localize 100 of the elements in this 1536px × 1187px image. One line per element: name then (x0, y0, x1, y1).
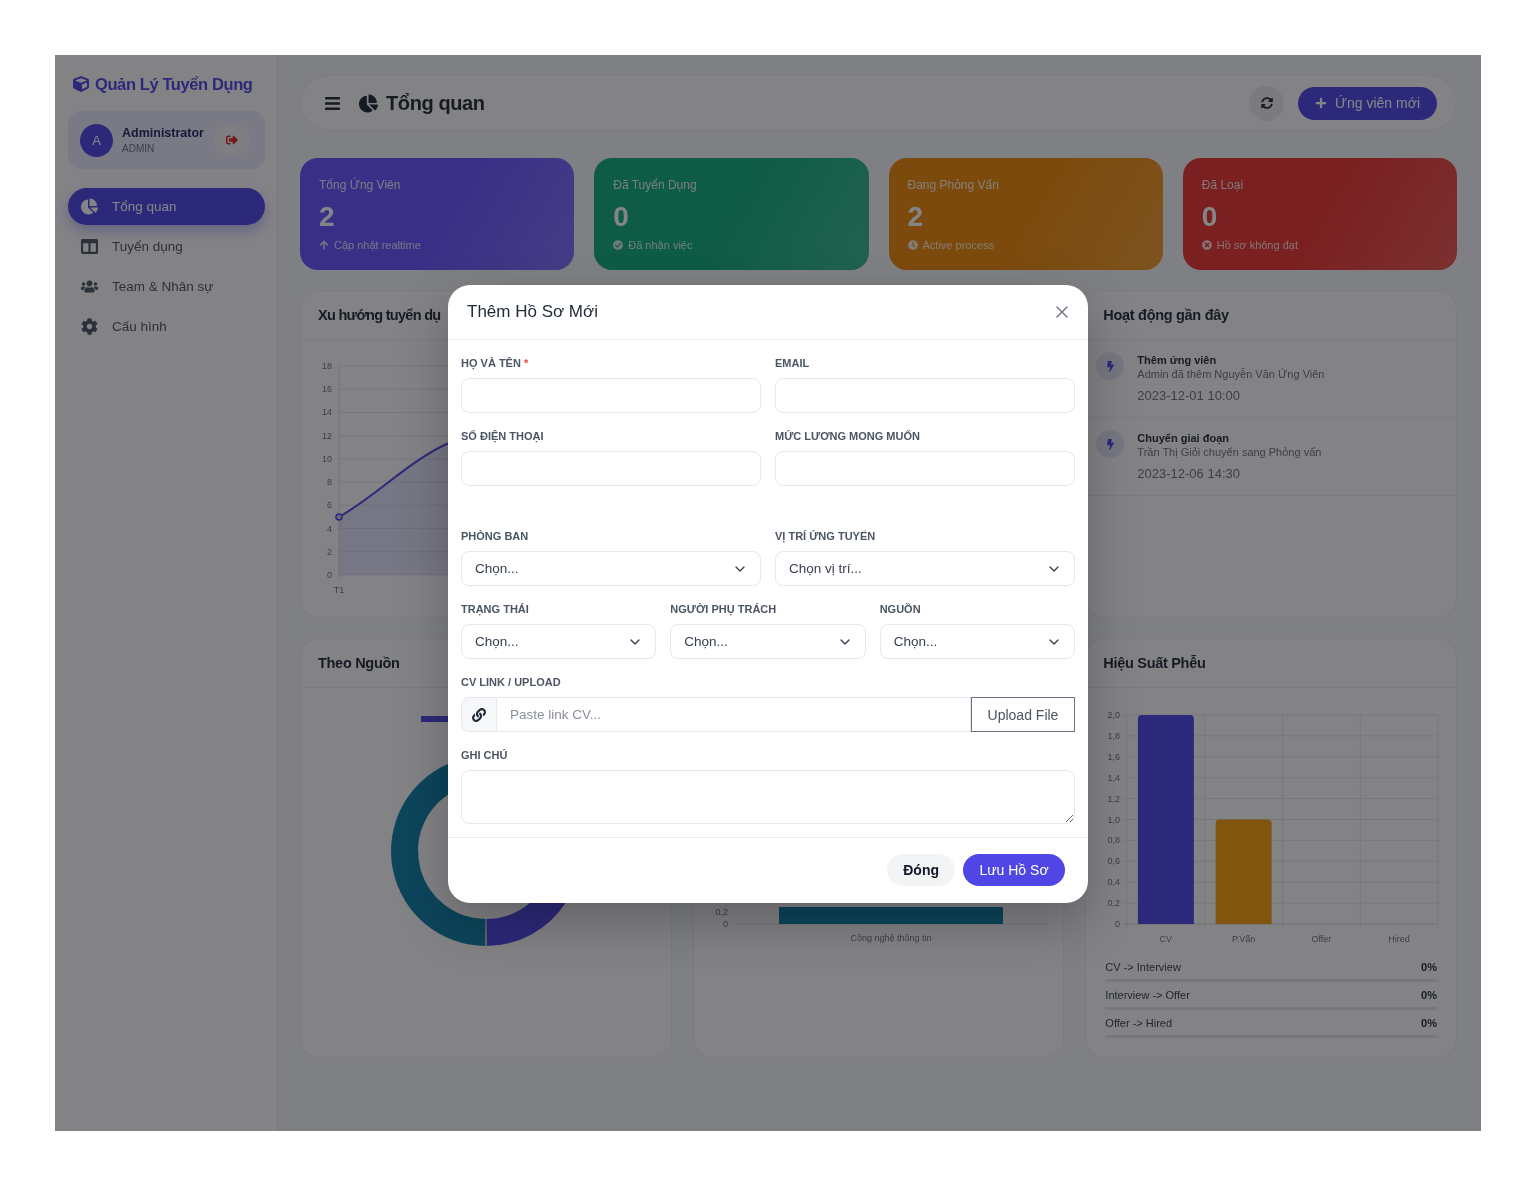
axis-label: 2,0 (1107, 710, 1121, 720)
card-title: Hoạt động gần đây (1103, 307, 1229, 323)
stat-value: 0 (613, 201, 629, 233)
axis-label: 12 (322, 430, 332, 441)
close-button[interactable]: Đóng (887, 854, 955, 886)
select-field[interactable]: Chọn vị trí... (775, 551, 1075, 586)
settings-icon (81, 318, 98, 335)
axis-label: 18 (322, 361, 332, 371)
rate-label: Offer -> Hired (1105, 1016, 1173, 1030)
select-field[interactable]: Chọn... (461, 551, 761, 586)
field-label: CV LINK / UPLOAD (461, 675, 561, 689)
select-field[interactable]: Chọn... (670, 624, 866, 659)
axis-label: 1,0 (1107, 814, 1121, 825)
axis-label: 8 (327, 477, 332, 488)
refresh-icon (1260, 97, 1273, 109)
nav-item[interactable]: Tổng quan (68, 188, 265, 225)
cv-link-field[interactable]: Paste link CV... (497, 697, 971, 732)
logout-button[interactable] (212, 125, 251, 155)
stat-value: 0 (1201, 201, 1218, 233)
axis-label: 2 (327, 546, 332, 557)
rate-value: 0% (1421, 988, 1437, 1002)
axis-label: CV (1159, 934, 1173, 944)
user-name: Administrator (122, 126, 204, 140)
field-label: EMAIL (775, 356, 810, 370)
stat-note: Active process (922, 238, 995, 252)
axis-label: 1,8 (1107, 730, 1121, 741)
axis-label: P.Vấn (1232, 934, 1256, 944)
user-role: ADMIN (122, 143, 156, 154)
axis-label: 0,4 (1107, 877, 1121, 888)
axis-label: 0 (327, 570, 332, 580)
card-title: Theo Nguồn (318, 655, 400, 671)
card-title: Hiệu Suất Phễu (1103, 655, 1206, 671)
upload-button[interactable]: Upload File (971, 697, 1075, 732)
axis-label: 10 (322, 453, 332, 464)
axis-label: 1,4 (1107, 772, 1121, 783)
link-icon (461, 697, 497, 732)
axis-label: Hired (1388, 934, 1411, 944)
input-field[interactable] (775, 451, 1075, 486)
menu-icon[interactable] (324, 94, 341, 112)
bolt-icon (1096, 352, 1125, 380)
activity-title: Thêm ứng viên (1137, 353, 1217, 367)
refresh-button[interactable] (1249, 85, 1285, 121)
stat-value: 2 (319, 201, 335, 233)
field-label: NGƯỜI PHỤ TRÁCH (670, 602, 777, 616)
rate-label: Interview -> Offer (1105, 988, 1190, 1002)
axis-label: 16 (322, 384, 332, 395)
stat-note: Hồ sơ không đạt (1216, 238, 1298, 252)
rate-value: 0% (1421, 960, 1437, 974)
activity-text: Trần Thị Giỏi chuyển sang Phỏng vấn (1137, 445, 1322, 460)
plus-icon (1315, 97, 1328, 109)
axis-label: 1,6 (1107, 751, 1121, 762)
input-field[interactable] (461, 451, 761, 486)
axis-label: 6 (327, 500, 332, 511)
field-label: MỨC LƯƠNG MONG MUỐN (775, 429, 920, 443)
card-title: Xu hướng tuyển dụ (318, 307, 441, 323)
pie-chart-icon (359, 93, 378, 113)
axis-label: 0,6 (1107, 856, 1121, 867)
nav-item[interactable]: Tuyển dụng (68, 228, 265, 265)
axis-label: Công nghệ thông tin (850, 933, 932, 943)
axis-label: 1,2 (1107, 793, 1121, 804)
pie-chart-icon (81, 198, 98, 215)
input-field[interactable] (775, 378, 1075, 413)
legend-swatch-icon (421, 716, 448, 722)
brand-title: Quản Lý Tuyển Dụng (95, 74, 253, 94)
stat-label: Tổng Ứng Viên (319, 176, 401, 194)
save-button[interactable]: Lưu Hồ Sơ (963, 854, 1065, 886)
stat-label: Đã Tuyển Dụng (613, 177, 697, 194)
input-field[interactable] (461, 378, 761, 413)
page-title: Tổng quan (386, 91, 485, 115)
logout-icon (225, 134, 238, 146)
field-label: NGUỒN (879, 602, 921, 616)
field-label: HỌ VÀ TÊN * (461, 356, 529, 370)
stat-label: Đã Loại (1201, 177, 1244, 194)
select-field[interactable]: Chọn... (461, 624, 657, 659)
data-point (335, 513, 343, 521)
modal-title: Thêm Hồ Sơ Mới (467, 302, 598, 322)
bolt-icon (1096, 430, 1125, 458)
axis-label: 0,8 (1107, 835, 1121, 846)
arrow-up-icon (319, 240, 329, 250)
stat-label: Đang Phỏng Vấn (907, 177, 999, 194)
nav-item[interactable]: Team & Nhân sự (68, 268, 265, 305)
columns-icon (81, 238, 98, 255)
nav-item[interactable]: Cấu hình (68, 308, 265, 345)
clock-icon (907, 240, 918, 250)
field-label: SỐ ĐIỆN THOẠI (461, 429, 544, 443)
users-icon (81, 278, 98, 295)
stat-value: 2 (907, 201, 924, 233)
field-label: TRẠNG THÁI (461, 602, 529, 616)
axis-label: 4 (327, 523, 332, 534)
stat-note: Đã nhận việc (628, 238, 693, 252)
activity-title: Chuyển giai đoạn (1137, 431, 1229, 445)
axis-label: 14 (322, 407, 332, 418)
axis-label: 0,2 (1107, 898, 1121, 909)
select-field[interactable]: Chọn... (879, 624, 1075, 659)
notes-field[interactable] (461, 770, 1075, 824)
axis-label: 0 (1115, 919, 1121, 929)
rate-label: CV -> Interview (1105, 960, 1181, 974)
field-label: GHI CHÚ (461, 748, 508, 762)
cube-icon (73, 76, 89, 92)
activity-time: 2023-12-01 10:00 (1137, 387, 1240, 405)
